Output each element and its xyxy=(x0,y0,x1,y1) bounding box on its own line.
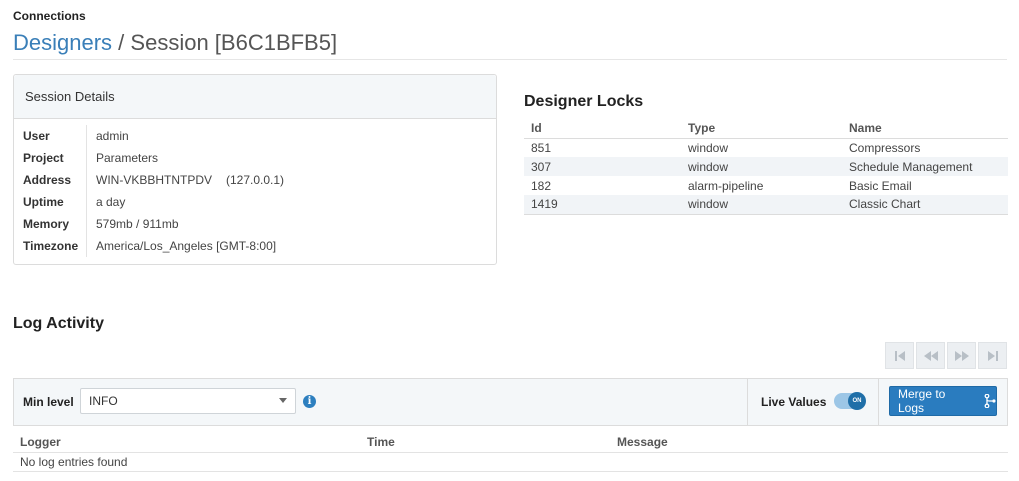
merge-to-logs-button[interactable]: Merge to Logs xyxy=(889,386,997,416)
log-activity-heading: Log Activity xyxy=(13,315,104,332)
designer-locks-heading: Designer Locks xyxy=(524,93,644,110)
merge-to-logs-label: Merge to Logs xyxy=(898,387,946,415)
address-ip: (127.0.0.1) xyxy=(226,173,285,187)
table-row[interactable]: 182 alarm-pipeline Basic Email xyxy=(524,176,1008,195)
session-value: 579mb / 911mb xyxy=(96,217,179,231)
lock-type: window xyxy=(688,140,729,155)
toggle-state: ON xyxy=(848,392,866,410)
table-row[interactable]: 307 window Schedule Management xyxy=(524,157,1008,176)
session-row-address: Address WIN-VKBBHTNTPDV (127.0.0.1) xyxy=(14,169,496,191)
session-value: WIN-VKBBHTNTPDV (127.0.0.1) xyxy=(87,169,284,191)
page-title: Designers / Session [B6C1BFB5] xyxy=(13,26,1007,60)
address-host: WIN-VKBBHTNTPDV xyxy=(96,173,213,187)
column-header-logger[interactable]: Logger xyxy=(13,433,360,453)
lock-name: Classic Chart xyxy=(842,195,1008,215)
log-pager xyxy=(885,342,1007,369)
page-header: Connections Designers / Session [B6C1BFB… xyxy=(13,9,1007,60)
designer-locks-table: Id Type Name 851 window Compressors 307 … xyxy=(524,119,1008,215)
session-value: Parameters xyxy=(96,151,159,165)
log-toolbar: Min level INFO i Live Values ON Merge to… xyxy=(13,378,1008,426)
lock-type: window xyxy=(681,157,842,176)
designers-breadcrumb-link[interactable]: Designers xyxy=(13,30,112,55)
info-icon[interactable]: i xyxy=(303,395,316,408)
min-level-label: Min level xyxy=(23,395,74,409)
session-row-user: User admin xyxy=(14,125,496,147)
section-label: Connections xyxy=(13,9,86,23)
session-label: User xyxy=(14,125,87,147)
table-row: No log entries found xyxy=(13,452,1008,472)
table-header-row: Id Type Name xyxy=(524,119,1008,139)
session-details-table: User admin Project Parameters Address WI… xyxy=(14,125,496,257)
caret-down-icon xyxy=(279,398,287,403)
designer-locks-section: Designer Locks Id Type Name 851 window C… xyxy=(524,93,1008,215)
lock-name: Basic Email xyxy=(849,178,912,193)
lock-type: alarm-pipeline xyxy=(688,178,764,193)
next-page-icon[interactable] xyxy=(947,342,976,369)
session-row-timezone: Timezone America/Los_Angeles [GMT-8:00] xyxy=(14,235,496,257)
session-row-memory: Memory 579mb / 911mb xyxy=(14,213,496,235)
table-row[interactable]: 851 window Compressors xyxy=(524,138,1008,157)
session-row-uptime: Uptime a day xyxy=(14,191,496,213)
first-page-icon[interactable] xyxy=(885,342,914,369)
session-label: Address xyxy=(14,169,87,191)
session-details-heading: Session Details xyxy=(14,75,496,119)
column-header-type[interactable]: Type xyxy=(681,119,842,139)
previous-page-icon[interactable] xyxy=(916,342,945,369)
session-label: Uptime xyxy=(14,191,87,213)
min-level-value: INFO xyxy=(89,394,118,408)
session-value: a day xyxy=(96,195,126,209)
toolbar-divider xyxy=(878,379,879,425)
empty-log-message: No log entries found xyxy=(13,452,1008,472)
session-row-project: Project Parameters xyxy=(14,147,496,169)
lock-id: 851 xyxy=(531,140,552,155)
lock-name: Schedule Management xyxy=(842,157,1008,176)
lock-id: 182 xyxy=(531,178,552,193)
column-header-id[interactable]: Id xyxy=(524,119,681,139)
breadcrumb-separator: / xyxy=(118,30,125,55)
table-row[interactable]: 1419 window Classic Chart xyxy=(524,195,1008,215)
session-label: Memory xyxy=(14,213,87,235)
session-label: Project xyxy=(14,147,87,169)
last-page-icon[interactable] xyxy=(978,342,1007,369)
session-label: Timezone xyxy=(14,235,87,257)
lock-type: window xyxy=(681,195,842,215)
column-header-message[interactable]: Message xyxy=(610,433,1008,453)
session-value: admin xyxy=(96,129,129,143)
log-table: Logger Time Message No log entries found xyxy=(13,433,1008,472)
session-value: America/Los_Angeles [GMT-8:00] xyxy=(96,239,277,253)
lock-name: Compressors xyxy=(849,140,921,155)
live-values-label: Live Values xyxy=(761,395,827,409)
merge-icon xyxy=(984,394,996,408)
live-values-toggle[interactable]: ON xyxy=(834,392,866,410)
session-details-card: Session Details User admin Project Param… xyxy=(13,74,497,265)
min-level-select[interactable]: INFO xyxy=(80,388,296,414)
column-header-name[interactable]: Name xyxy=(842,119,1008,139)
column-header-time[interactable]: Time xyxy=(360,433,610,453)
lock-id: 1419 xyxy=(524,195,681,215)
lock-id: 307 xyxy=(524,157,681,176)
table-header-row: Logger Time Message xyxy=(13,433,1008,453)
toolbar-divider xyxy=(747,379,748,425)
session-title: Session [B6C1BFB5] xyxy=(130,30,338,55)
